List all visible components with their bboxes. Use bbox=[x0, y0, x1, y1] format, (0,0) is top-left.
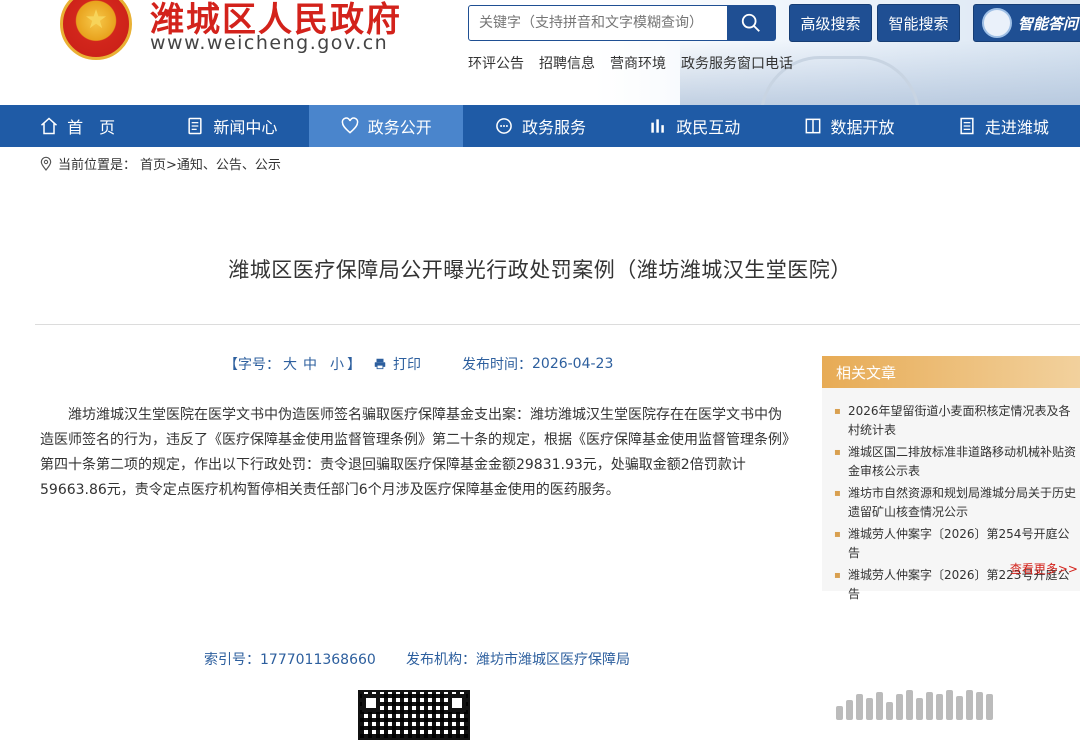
quick-link-recruit[interactable]: 招聘信息 bbox=[539, 53, 595, 73]
view-more-link[interactable]: 查看更多>> bbox=[1010, 560, 1078, 577]
related-articles-panel: 相关文章 2026年望留街道小麦面积核定情况表及各村统计表 潍城区国二排放标准非… bbox=[822, 356, 1080, 601]
article-title: 潍城区医疗保障局公开曝光行政处罚案例（潍坊潍城汉生堂医院） bbox=[228, 258, 852, 282]
nav-item-interaction[interactable]: 政民互动 bbox=[617, 105, 771, 147]
font-size-small[interactable]: 小 bbox=[330, 354, 344, 374]
nav-item-services[interactable]: 政务服务 bbox=[463, 105, 617, 147]
heart-icon bbox=[341, 117, 358, 134]
related-article-item[interactable]: 潍城劳人仲案字〔2026〕第254号开庭公告 bbox=[834, 525, 1076, 563]
breadcrumb-prefix: 当前位置是： bbox=[58, 158, 137, 173]
advanced-search-button[interactable]: 高级搜索 bbox=[789, 4, 872, 42]
robot-avatar-icon bbox=[982, 8, 1012, 38]
chat-icon bbox=[496, 118, 512, 134]
nav-item-news[interactable]: 新闻中心 bbox=[154, 105, 308, 147]
main-nav: 首 页 新闻中心 政务公开 政务服务 政民互动 数据开放 走进潍城 bbox=[0, 105, 1080, 147]
ai-qa-button[interactable]: 智能答问 bbox=[973, 4, 1080, 42]
quick-links: 环评公告 招聘信息 营商环境 政务服务窗口电话 bbox=[468, 53, 793, 73]
bar-chart-icon bbox=[651, 119, 665, 133]
site-url: www.weicheng.gov.cn bbox=[150, 32, 389, 54]
watermark-signature-icon bbox=[836, 688, 1072, 720]
search-input[interactable] bbox=[469, 6, 727, 40]
panel-icon bbox=[805, 118, 820, 134]
ai-qa-label: 智能答问 bbox=[1018, 14, 1079, 33]
building-icon bbox=[960, 117, 974, 135]
document-icon bbox=[188, 117, 202, 135]
search-icon bbox=[741, 13, 760, 32]
home-icon bbox=[41, 117, 58, 135]
related-articles-title: 相关文章 bbox=[822, 356, 1080, 388]
breadcrumb: 当前位置是： 首页>通知、公告、公示 bbox=[38, 154, 281, 173]
location-pin-icon bbox=[40, 156, 52, 171]
related-article-item[interactable]: 潍城区国二排放标准非道路移动机械补贴资金审核公示表 bbox=[834, 443, 1076, 481]
search-button[interactable] bbox=[727, 6, 775, 40]
related-article-item[interactable]: 潍坊市自然资源和规划局潍城分局关于历史遗留矿山核查情况公示 bbox=[834, 484, 1076, 522]
site-header: ★ 潍城区人民政府 www.weicheng.gov.cn 高级搜索 智能搜索 … bbox=[0, 0, 1080, 105]
font-size-switcher: 【字号： 大 中 小 】 bbox=[224, 354, 361, 374]
printer-icon bbox=[374, 358, 386, 370]
quick-link-phone[interactable]: 政务服务窗口电话 bbox=[681, 53, 793, 73]
quick-link-business[interactable]: 营商环境 bbox=[610, 53, 666, 73]
font-size-medium[interactable]: 中 bbox=[303, 354, 317, 374]
nav-item-about[interactable]: 走进潍城 bbox=[926, 105, 1080, 147]
print-button[interactable]: 打印 bbox=[373, 354, 421, 374]
title-divider bbox=[35, 324, 1080, 325]
article-body: 潍坊潍城汉生堂医院在医学文书中伪造医师签名骗取医疗保障基金支出案：潍坊潍城汉生堂… bbox=[40, 407, 789, 498]
national-emblem-icon: ★ bbox=[60, 0, 132, 60]
breadcrumb-path[interactable]: 首页>通知、公告、公示 bbox=[140, 154, 281, 173]
nav-item-home[interactable]: 首 页 bbox=[0, 105, 154, 147]
nav-item-open-data[interactable]: 数据开放 bbox=[771, 105, 925, 147]
quick-link-eia[interactable]: 环评公告 bbox=[468, 53, 524, 73]
smart-search-button[interactable]: 智能搜索 bbox=[877, 4, 960, 42]
publishing-org: 发布机构：潍坊市潍城区医疗保障局 bbox=[406, 652, 630, 668]
publish-date: 发布时间： 2026-04-23 bbox=[462, 356, 614, 373]
search-box bbox=[468, 5, 776, 41]
index-number: 索引号：1777011368660 bbox=[204, 652, 376, 668]
font-size-large[interactable]: 大 bbox=[283, 354, 297, 374]
nav-item-gov-affairs[interactable]: 政务公开 bbox=[308, 105, 463, 147]
related-article-item[interactable]: 2026年望留街道小麦面积核定情况表及各村统计表 bbox=[834, 402, 1076, 440]
qr-code-icon bbox=[358, 690, 470, 740]
